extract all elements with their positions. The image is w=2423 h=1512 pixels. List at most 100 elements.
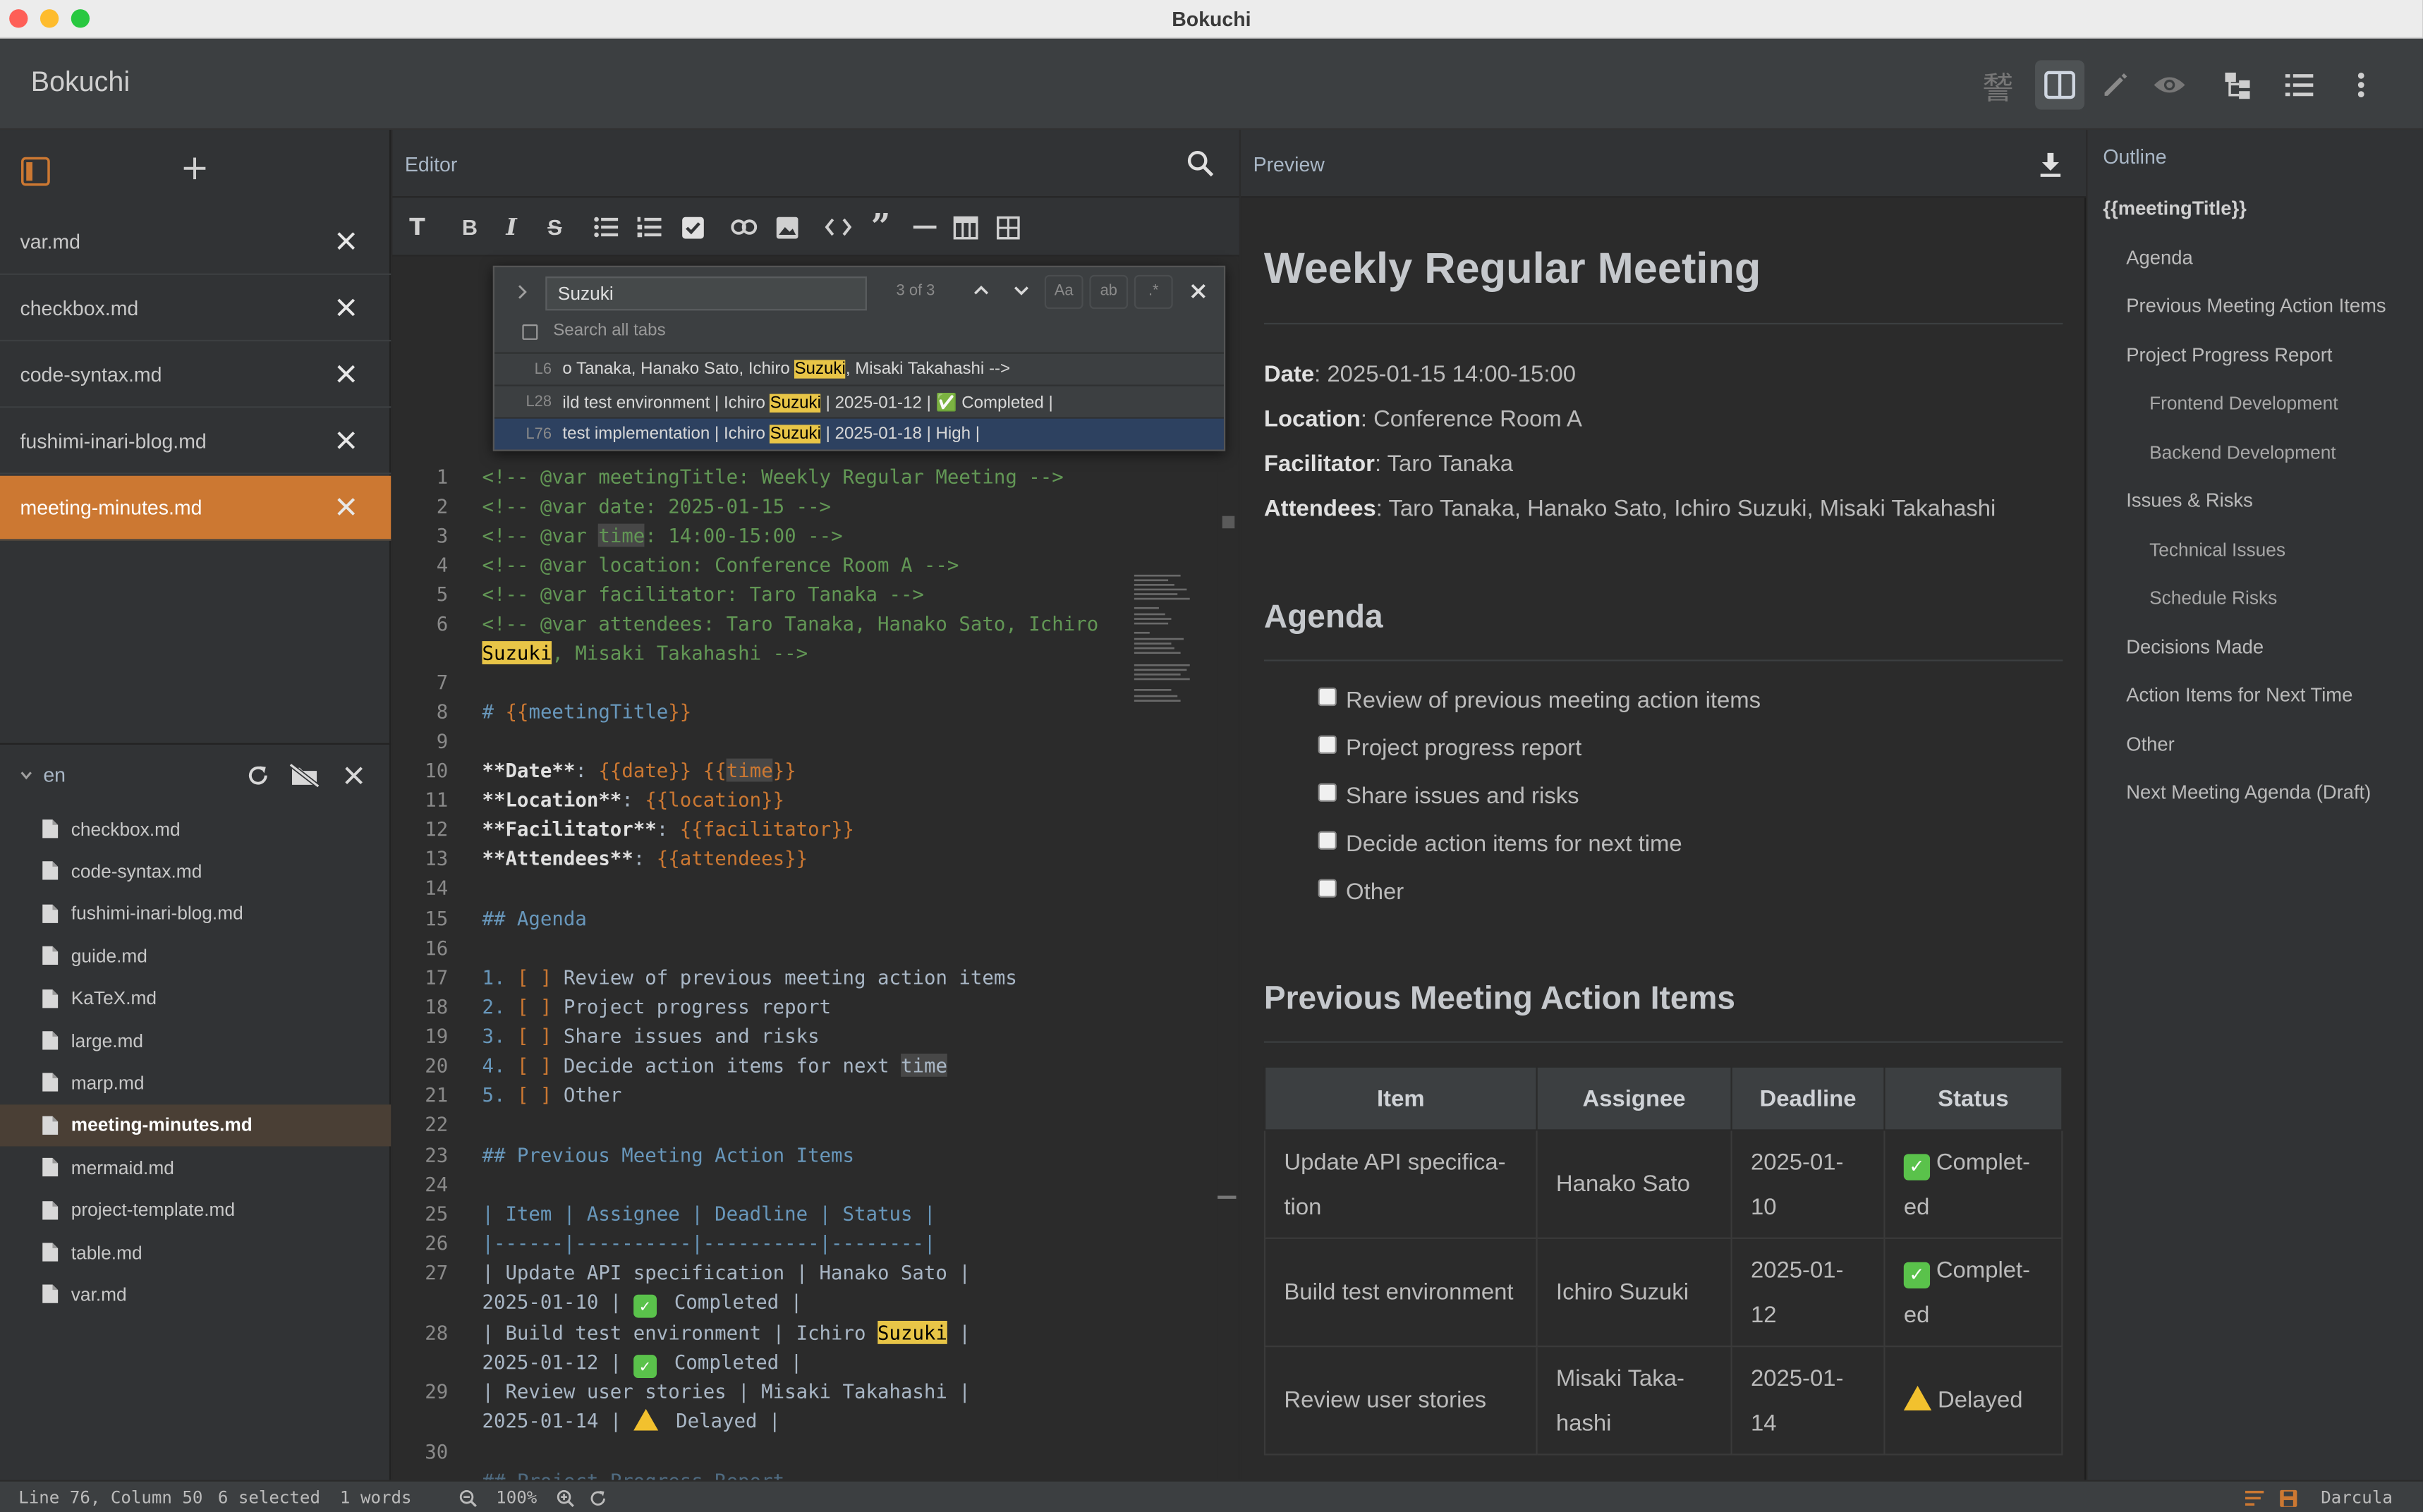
insert-table-button[interactable] — [952, 213, 979, 240]
divider — [1263, 322, 2063, 325]
agenda-checkbox[interactable] — [1318, 735, 1337, 755]
minimap[interactable] — [1131, 566, 1206, 720]
zoom-in-icon[interactable] — [557, 1489, 575, 1508]
close-tab-button[interactable] — [335, 230, 357, 252]
find-input[interactable]: Suzuki — [545, 276, 867, 311]
match-case-toggle[interactable]: Aa — [1044, 274, 1083, 310]
image-button[interactable] — [772, 213, 800, 240]
code-button[interactable] — [824, 213, 851, 240]
agenda-text: Review of previous meeting action items — [1346, 687, 1761, 714]
bold-button[interactable]: B — [456, 213, 483, 240]
outline-item[interactable]: Previous Meeting Action Items — [2126, 295, 2386, 317]
outline-item[interactable]: Frontend Development — [2149, 392, 2338, 414]
italic-button[interactable]: I — [497, 213, 525, 240]
tab-item[interactable]: checkbox.md — [0, 276, 391, 342]
file-item[interactable]: marp.md — [0, 1062, 391, 1104]
search-all-tabs-checkbox[interactable] — [522, 324, 538, 340]
close-folder-button[interactable] — [343, 764, 365, 791]
outline-item[interactable]: Action Items for Next Time — [2126, 684, 2352, 706]
outline-item[interactable]: Decisions Made — [2126, 635, 2264, 657]
regex-toggle[interactable]: .* — [1134, 274, 1173, 310]
close-tab-button[interactable] — [335, 429, 357, 451]
file-item[interactable]: code-syntax.md — [0, 850, 391, 892]
edit-mode-button[interactable] — [2091, 60, 2140, 109]
chevron-up-icon[interactable] — [973, 284, 989, 297]
horizontal-rule-button[interactable] — [910, 213, 937, 240]
file-item[interactable]: guide.md — [0, 935, 391, 977]
file-item[interactable]: KaTeX.md — [0, 977, 391, 1019]
outline-item[interactable]: Next Meeting Agenda (Draft) — [2126, 781, 2371, 803]
export-button[interactable] — [2040, 152, 2062, 183]
file-item[interactable]: mermaid.md — [0, 1147, 391, 1188]
outline-item[interactable]: Project Progress Report — [2126, 343, 2332, 365]
wrap-icon[interactable] — [2245, 1489, 2265, 1508]
toggle-sidebar-button[interactable] — [20, 156, 51, 191]
scroll-thumb[interactable] — [1217, 1195, 1237, 1199]
link-button[interactable] — [729, 213, 757, 240]
preview-mode-button[interactable] — [2145, 60, 2194, 109]
chevron-down-icon[interactable] — [20, 769, 32, 782]
whole-word-toggle[interactable]: ab — [1089, 274, 1129, 310]
table-grid-button[interactable] — [994, 213, 1021, 240]
find-result-item[interactable]: L76 test implementation | Ichiro Suzuki |… — [494, 417, 1224, 450]
save-icon[interactable] — [2279, 1489, 2297, 1508]
zoom-out-icon[interactable] — [459, 1489, 478, 1508]
heading-button[interactable]: T — [403, 213, 431, 240]
close-tab-button[interactable] — [335, 363, 357, 385]
agenda-checkbox[interactable] — [1318, 831, 1337, 850]
tab-item[interactable]: meeting-minutes.md — [0, 475, 391, 541]
file-item[interactable]: checkbox.md — [0, 808, 391, 850]
outline-item[interactable]: Backend Development — [2149, 441, 2336, 463]
agenda-checkbox[interactable] — [1318, 687, 1337, 707]
outline-item[interactable]: Technical Issues — [2149, 538, 2285, 560]
split-view-button[interactable] — [2035, 60, 2085, 110]
more-menu-button[interactable] — [2336, 60, 2386, 109]
explorer-folder-name[interactable]: en — [43, 763, 66, 786]
file-item[interactable]: var.md — [0, 1274, 391, 1315]
strikethrough-button[interactable]: S — [541, 213, 569, 240]
file-item[interactable]: fushimi-inari-blog.md — [0, 893, 391, 934]
bullet-list-button[interactable] — [592, 213, 619, 240]
hide-folder-button[interactable] — [289, 762, 320, 793]
outline-item[interactable]: Agenda — [2126, 246, 2192, 268]
file-name: mermaid.md — [71, 1157, 174, 1178]
quote-button[interactable]: ” — [867, 210, 894, 244]
check-mark-icon: ✓ — [1903, 1153, 1931, 1180]
close-icon[interactable] — [1190, 283, 1207, 300]
agenda-checkbox[interactable] — [1318, 879, 1337, 898]
close-tab-button[interactable] — [335, 297, 357, 319]
refresh-button[interactable] — [245, 763, 270, 793]
reset-zoom-icon[interactable] — [589, 1489, 607, 1508]
find-result-item[interactable]: L6 o Tanaka, Hanako Sato, Ichiro Suzuki, … — [494, 352, 1224, 384]
chevron-down-icon[interactable] — [1014, 284, 1029, 297]
outline-item[interactable]: Other — [2126, 733, 2174, 755]
file-item[interactable]: table.md — [0, 1231, 391, 1273]
assignee-cell-text: Misaki Taka- — [1555, 1365, 1684, 1391]
file-item[interactable]: meeting-minutes.md — [0, 1104, 391, 1146]
new-file-button[interactable] — [181, 154, 208, 187]
tab-item[interactable]: code-syntax.md — [0, 343, 391, 408]
outline-item[interactable]: {{meetingTitle}} — [2103, 197, 2246, 219]
deadline-cell: 2025-01- 10 — [1730, 1129, 1885, 1239]
numbered-list-button[interactable] — [635, 213, 662, 240]
find-result-item[interactable]: L28 ild test environment | Ichiro Suzuki … — [494, 384, 1224, 417]
check-mark-icon: ✓ — [1903, 1261, 1931, 1288]
agenda-checkbox[interactable] — [1318, 783, 1337, 802]
line-number: 23 — [425, 1143, 449, 1166]
file-name: code-syntax.md — [71, 860, 202, 882]
tab-item[interactable]: var.md — [0, 210, 391, 275]
chevron-right-icon[interactable] — [516, 284, 529, 300]
close-tab-button[interactable] — [335, 496, 357, 518]
outline-item[interactable]: Schedule Risks — [2149, 587, 2277, 609]
file-item[interactable]: large.md — [0, 1020, 391, 1061]
file-tree-button[interactable] — [2213, 60, 2262, 109]
outline-item[interactable]: Issues & Risks — [2126, 489, 2253, 511]
file-item[interactable]: project-template.md — [0, 1189, 391, 1231]
language-button[interactable]: 諬 — [1973, 60, 2022, 109]
theme-name[interactable]: Darcula — [2321, 1488, 2393, 1508]
task-list-button[interactable] — [679, 213, 706, 240]
tab-item[interactable]: fushimi-inari-blog.md — [0, 410, 391, 475]
search-button[interactable] — [1186, 150, 1214, 182]
outline-toggle-button[interactable] — [2275, 60, 2324, 109]
result-suffix: | 2025-01-12 | ✅ Completed | — [820, 393, 1053, 412]
